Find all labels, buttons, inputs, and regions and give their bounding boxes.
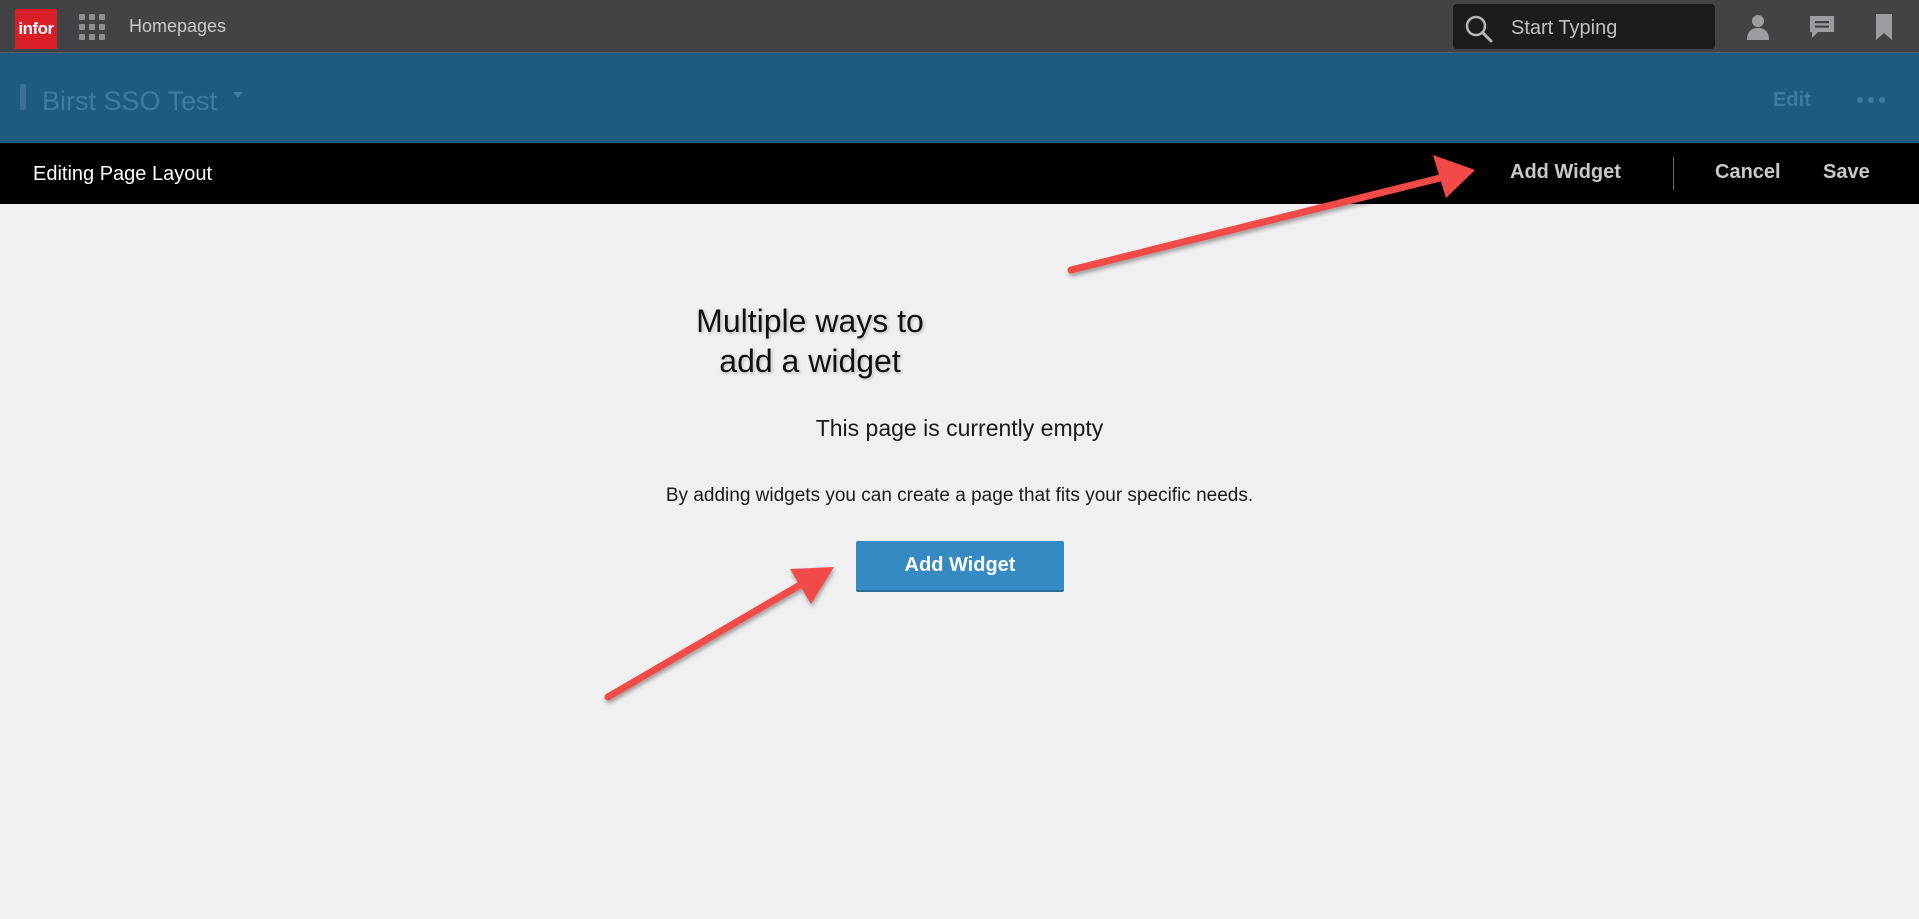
cancel-button[interactable]: Cancel xyxy=(1715,161,1781,184)
bookmark-icon[interactable] xyxy=(1870,13,1898,41)
arrow-to-add-widget-button xyxy=(604,567,834,701)
empty-state-title-text: This page is currently empty xyxy=(815,415,1104,441)
page-title[interactable]: Birst SSO Test xyxy=(42,86,217,117)
infor-logo[interactable]: infor xyxy=(15,9,57,49)
homepages-link[interactable]: Homepages xyxy=(129,16,226,37)
chat-icon[interactable] xyxy=(1808,13,1836,41)
search-icon xyxy=(1465,15,1493,43)
save-button[interactable]: Save xyxy=(1823,161,1870,184)
editing-mode-label: Editing Page Layout xyxy=(33,163,213,185)
toolbar-add-widget-button[interactable]: Add Widget xyxy=(1510,161,1621,184)
toolbar-divider xyxy=(1673,157,1674,190)
search-box[interactable] xyxy=(1453,4,1715,49)
edit-layout-toolbar: Editing Page Layout Add Widget Cancel Sa… xyxy=(0,143,1919,204)
page-marker xyxy=(20,84,26,110)
page-header-bar: Birst SSO Test Edit xyxy=(0,53,1919,143)
annotation-text: Multiple ways to add a widget xyxy=(660,301,960,381)
empty-state-description: By adding widgets you can create a page … xyxy=(0,485,1919,507)
empty-state-title: This page is currently empty xyxy=(0,415,1919,442)
user-icon[interactable] xyxy=(1744,13,1772,41)
add-widget-button[interactable]: Add Widget xyxy=(856,541,1064,592)
search-input[interactable] xyxy=(1509,12,1709,44)
empty-state-description-text: By adding widgets you can create a page … xyxy=(665,485,1254,506)
annotation-line-1: Multiple ways to xyxy=(696,303,924,339)
annotation-line-2: add a widget xyxy=(719,343,901,379)
app-grid-icon[interactable] xyxy=(79,14,105,40)
chevron-down-icon[interactable] xyxy=(233,92,243,98)
edit-button[interactable]: Edit xyxy=(1773,89,1811,112)
ellipsis-icon[interactable] xyxy=(1857,97,1887,105)
top-app-bar: infor Homepages xyxy=(0,0,1919,53)
